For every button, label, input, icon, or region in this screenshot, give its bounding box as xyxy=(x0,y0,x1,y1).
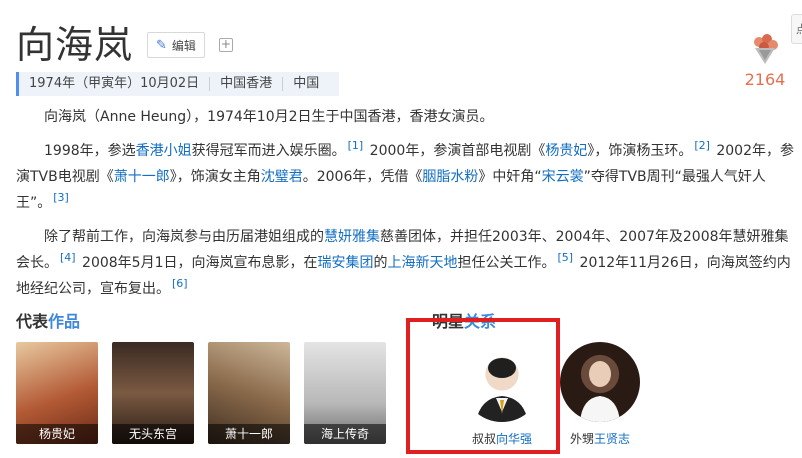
work-item[interactable]: 杨贵妃 xyxy=(16,342,98,444)
intro-content: 向海岚（Anne Heung），1974年10月2日生于中国香港，香港女演员。 … xyxy=(16,104,796,310)
pencil-icon: ✎ xyxy=(156,37,167,53)
work-item[interactable]: 无头东宫 xyxy=(112,342,194,444)
relation-label: 外甥王贤志 xyxy=(569,432,631,446)
ref-4[interactable]: [4] xyxy=(60,251,76,264)
highlight-box xyxy=(406,318,560,454)
page-title: 向海岚 xyxy=(16,23,134,67)
edit-label: 编辑 xyxy=(171,38,196,53)
work-caption: 海上传奇 xyxy=(304,424,386,444)
link-xiao-shiyilang[interactable]: 萧十一郎 xyxy=(114,169,170,185)
avatar xyxy=(560,342,640,422)
work-caption: 杨贵妃 xyxy=(16,424,98,444)
link-shen-bijun[interactable]: 沈璧君 xyxy=(261,169,303,185)
ref-3[interactable]: [3] xyxy=(53,191,69,204)
meta-birthdate: 1974年（甲寅年）10月02日 xyxy=(19,77,211,91)
flower-icon[interactable] xyxy=(742,30,788,70)
paragraph-3: 除了帮前工作，向海岚参与由历届港姐组成的慧妍雅集慈善团体，并担任2003年、20… xyxy=(16,229,791,297)
link-miss-hk[interactable]: 香港小姐 xyxy=(136,143,192,159)
relation-name-link[interactable]: 王贤志 xyxy=(594,432,630,446)
meta-nationality: 中国 xyxy=(293,76,320,91)
link-yang-guifei[interactable]: 杨贵妃 xyxy=(545,143,587,159)
relation-item[interactable]: 外甥王贤志 xyxy=(558,342,642,447)
side-tab[interactable]: 点 xyxy=(791,14,802,44)
link-huiyan-yaji[interactable]: 慧妍雅集 xyxy=(324,229,380,245)
link-xintiandi[interactable]: 上海新天地 xyxy=(388,255,458,271)
paragraph-2: 1998年，参选香港小姐获得冠军而进入娱乐圈。 [1] 2000年，参演首部电视剧… xyxy=(16,139,795,211)
work-caption: 无头东宫 xyxy=(112,424,194,444)
meta-birthplace: 中国香港 xyxy=(210,77,284,91)
works-list: 杨贵妃 无头东宫 萧十一郎 海上传奇 xyxy=(16,342,400,444)
meta-bar: 1974年（甲寅年）10月02日 中国香港 中国 xyxy=(16,72,340,96)
work-item[interactable]: 海上传奇 xyxy=(304,342,386,444)
works-section-title: 代表作品 xyxy=(16,312,81,331)
ref-5[interactable]: [5] xyxy=(558,251,574,264)
link-song-yunshang[interactable]: 宋云裳 xyxy=(542,169,584,185)
ref-6[interactable]: [6] xyxy=(172,277,188,290)
work-caption: 萧十一郎 xyxy=(208,424,290,444)
add-icon[interactable]: + xyxy=(218,38,233,52)
ref-1[interactable]: [1] xyxy=(348,139,364,152)
ref-2[interactable]: [2] xyxy=(694,139,710,152)
title-row: 向海岚 ✎ 编辑 + xyxy=(16,20,233,70)
edit-button[interactable]: ✎ 编辑 xyxy=(147,32,205,58)
work-item[interactable]: 萧十一郎 xyxy=(208,342,290,444)
paragraph-1: 向海岚（Anne Heung），1974年10月2日生于中国香港，香港女演员。 xyxy=(44,109,494,125)
flower-count: 2164 xyxy=(744,70,786,89)
link-yanzhi-shuifen[interactable]: 胭脂水粉 xyxy=(422,169,478,185)
link-shui-on-group[interactable]: 瑞安集团 xyxy=(318,255,374,271)
